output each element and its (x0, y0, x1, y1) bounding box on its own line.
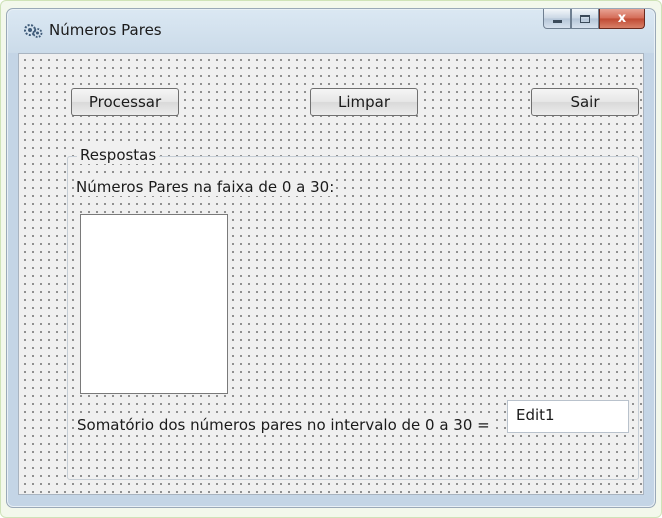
title-bar[interactable]: Números Pares x (7, 9, 655, 51)
minimize-button[interactable] (543, 9, 571, 29)
close-button[interactable]: x (599, 9, 645, 29)
maximize-icon (580, 14, 590, 23)
clear-button[interactable]: Limpar (310, 88, 418, 116)
gears-app-icon (24, 24, 43, 38)
even-numbers-listbox[interactable] (80, 214, 228, 394)
form-client-area: Processar Limpar Sair Respostas Números … (18, 53, 644, 495)
sum-edit-field[interactable]: Edit1 (507, 400, 629, 433)
range-label: Números Pares na faixa de 0 a 30: (76, 178, 335, 196)
exit-button[interactable]: Sair (531, 88, 639, 116)
caption-buttons: x (543, 9, 645, 31)
minimize-icon (552, 20, 562, 23)
process-button[interactable]: Processar (71, 88, 179, 116)
close-icon: x (617, 11, 627, 26)
window-title: Números Pares (49, 21, 162, 39)
maximize-button[interactable] (571, 9, 599, 29)
sum-label: Somatório dos números pares no intervalo… (77, 416, 490, 434)
form-window: Números Pares x Processar Limpar Sair Re… (6, 8, 656, 508)
groupbox-caption: Respostas (77, 146, 160, 164)
